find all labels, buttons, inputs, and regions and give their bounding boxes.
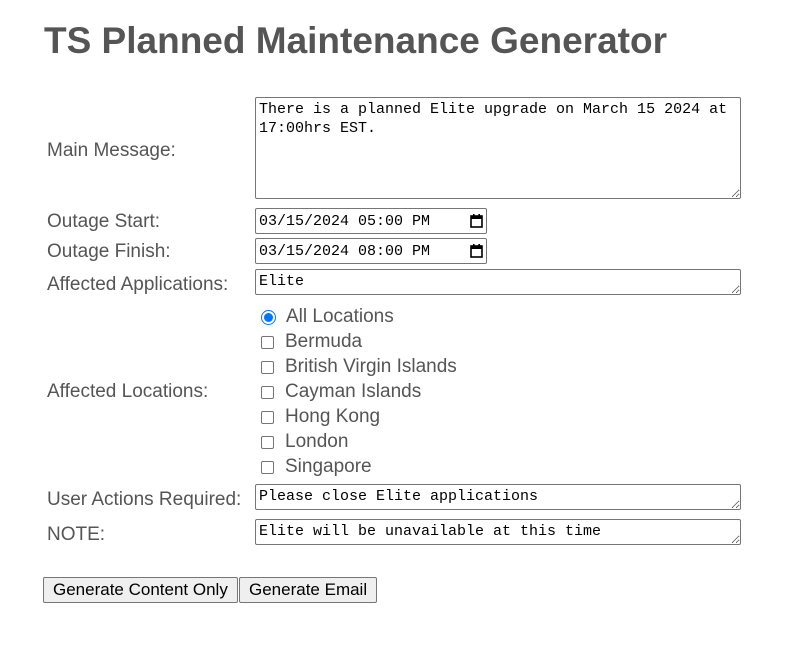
location-option-bvi[interactable]: British Virgin Islands <box>261 356 457 378</box>
outage-start-input[interactable]: 03/15/2024 05:00 PM <box>255 208 487 234</box>
main-message-input[interactable]: There is a planned Elite upgrade on Marc… <box>255 97 741 199</box>
cayman-islands-checkbox[interactable] <box>261 385 274 399</box>
generate-content-button[interactable]: Generate Content Only <box>43 577 238 603</box>
user-actions-label: User Actions Required: <box>47 489 242 510</box>
affected-applications-label: Affected Applications: <box>47 274 229 295</box>
page-title: TS Planned Maintenance Generator <box>44 20 667 61</box>
hong-kong-checkbox[interactable] <box>261 410 274 424</box>
main-message-label: Main Message: <box>47 140 176 161</box>
calendar-icon[interactable] <box>469 244 483 258</box>
singapore-checkbox[interactable] <box>261 460 274 474</box>
location-option-cayman[interactable]: Cayman Islands <box>261 381 421 403</box>
location-label: Bermuda <box>285 331 363 352</box>
london-checkbox[interactable] <box>261 435 274 449</box>
all-locations-label: All Locations <box>286 306 394 327</box>
location-label: Singapore <box>285 456 372 477</box>
affected-applications-input[interactable]: Elite <box>255 269 741 295</box>
location-option-bermuda[interactable]: Bermuda <box>261 331 362 353</box>
note-input[interactable]: Elite will be unavailable at this time <box>255 519 741 545</box>
outage-finish-input[interactable]: 03/15/2024 08:00 PM <box>255 238 487 264</box>
location-option-london[interactable]: London <box>261 431 348 453</box>
outage-finish-value: 03/15/2024 08:00 PM <box>259 242 431 260</box>
user-actions-input[interactable]: Please close Elite applications <box>255 484 741 510</box>
location-label: British Virgin Islands <box>285 356 457 377</box>
location-option-hong-kong[interactable]: Hong Kong <box>261 406 380 428</box>
bermuda-checkbox[interactable] <box>261 335 274 349</box>
outage-start-value: 03/15/2024 05:00 PM <box>259 212 431 230</box>
generate-email-button[interactable]: Generate Email <box>239 577 378 603</box>
affected-locations-label: Affected Locations: <box>47 381 209 402</box>
outage-finish-label: Outage Finish: <box>47 241 171 262</box>
note-label: NOTE: <box>47 524 106 545</box>
calendar-icon[interactable] <box>469 214 483 228</box>
location-label: Hong Kong <box>285 406 381 427</box>
location-label: Cayman Islands <box>285 381 422 402</box>
location-label: London <box>285 431 349 452</box>
location-option-all[interactable]: All Locations <box>261 306 394 328</box>
british-virgin-islands-checkbox[interactable] <box>261 360 274 374</box>
all-locations-radio[interactable] <box>261 309 276 325</box>
location-option-singapore[interactable]: Singapore <box>261 456 372 478</box>
outage-start-label: Outage Start: <box>47 211 161 232</box>
